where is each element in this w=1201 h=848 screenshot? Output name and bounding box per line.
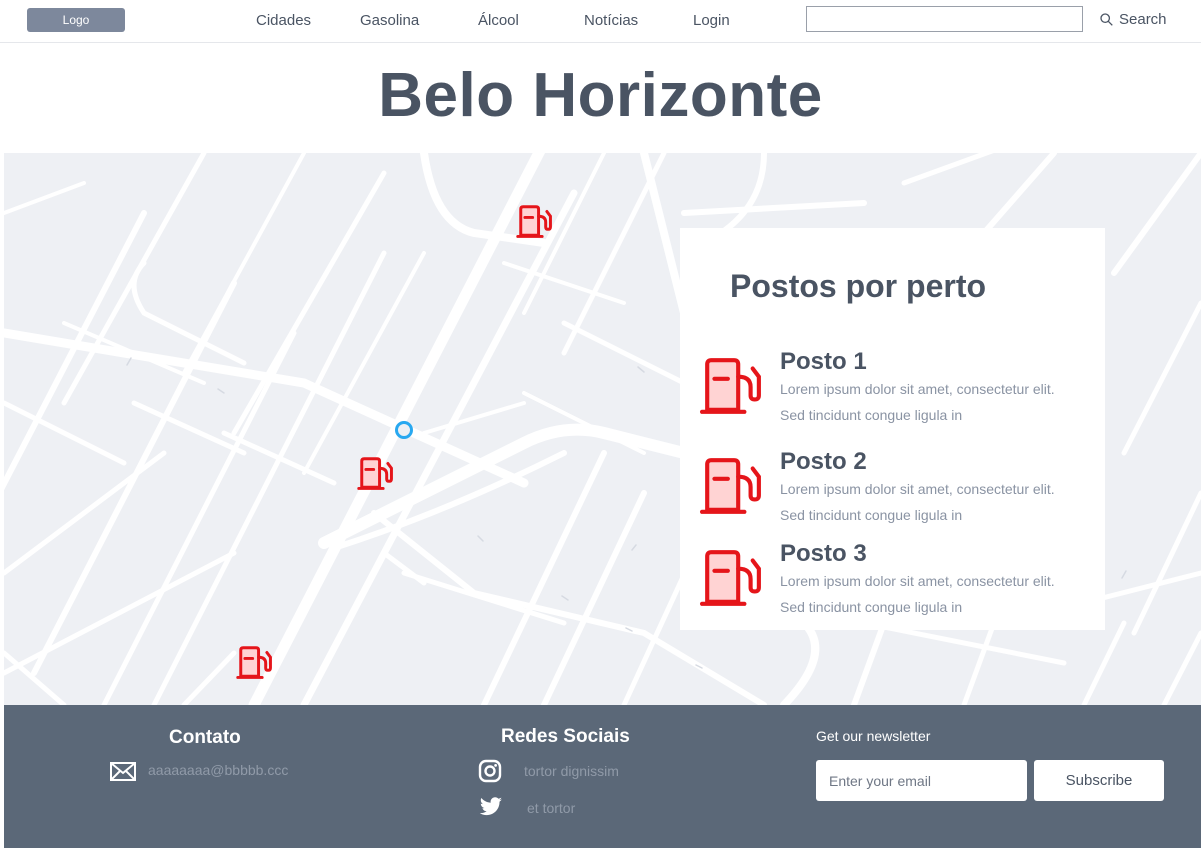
social-heading: Redes Sociais xyxy=(501,726,630,747)
contact-heading: Contato xyxy=(169,727,241,748)
station-name: Posto 2 xyxy=(780,448,867,475)
station-name: Posto 1 xyxy=(780,348,867,375)
footer: Contato aaaaaaaa@bbbbb.ccc Redes Sociais… xyxy=(4,705,1201,848)
station-description: Lorem ipsum dolor sit amet, consectetur … xyxy=(780,481,1055,523)
newsletter-label: Get our newsletter xyxy=(816,728,931,744)
twitter-icon[interactable] xyxy=(479,797,503,817)
nav-link-login[interactable]: Login xyxy=(693,12,730,29)
subscribe-button[interactable]: Subscribe xyxy=(1034,760,1164,801)
map-marker-fuel-pump-icon[interactable] xyxy=(236,644,274,680)
nav-link-alcool[interactable]: Álcool xyxy=(478,12,519,29)
fuel-pump-icon xyxy=(699,458,761,514)
instagram-text[interactable]: tortor dignissim xyxy=(524,763,619,779)
current-location-marker[interactable] xyxy=(395,421,413,439)
panel-title: Postos por perto xyxy=(730,268,987,304)
logo[interactable]: Logo xyxy=(27,8,125,32)
mail-icon xyxy=(110,762,136,781)
station-name: Posto 3 xyxy=(780,540,867,567)
instagram-icon[interactable] xyxy=(478,759,502,783)
nav-link-noticias[interactable]: Notícias xyxy=(584,12,638,29)
station-item-3[interactable]: Posto 3 Lorem ipsum dolor sit amet, cons… xyxy=(696,540,1096,616)
newsletter-email-input[interactable] xyxy=(816,760,1027,801)
nav-link-gasolina[interactable]: Gasolina xyxy=(360,12,419,29)
twitter-text[interactable]: et tortor xyxy=(527,800,575,816)
nearby-stations-panel: Postos por perto Posto 1 Lorem ipsum dol… xyxy=(680,228,1105,630)
page-title: Belo Horizonte xyxy=(378,61,823,130)
search-button[interactable]: Search xyxy=(1100,11,1167,28)
top-nav: Logo Cidades Gasolina Álcool Notícias Lo… xyxy=(0,0,1201,43)
nav-link-cidades[interactable]: Cidades xyxy=(256,12,311,29)
station-description: Lorem ipsum dolor sit amet, consectetur … xyxy=(780,381,1055,423)
map-marker-fuel-pump-icon[interactable] xyxy=(357,455,395,491)
station-item-1[interactable]: Posto 1 Lorem ipsum dolor sit amet, cons… xyxy=(696,348,1096,424)
map-marker-fuel-pump-icon[interactable] xyxy=(516,203,554,239)
station-description: Lorem ipsum dolor sit amet, consectetur … xyxy=(780,573,1055,615)
search-input[interactable] xyxy=(806,6,1083,32)
fuel-pump-icon xyxy=(699,358,761,414)
search-icon xyxy=(1100,13,1113,26)
station-item-2[interactable]: Posto 2 Lorem ipsum dolor sit amet, cons… xyxy=(696,448,1096,524)
contact-email[interactable]: aaaaaaaa@bbbbb.ccc xyxy=(148,762,288,778)
search-label: Search xyxy=(1119,11,1167,28)
fuel-pump-icon xyxy=(699,550,761,606)
